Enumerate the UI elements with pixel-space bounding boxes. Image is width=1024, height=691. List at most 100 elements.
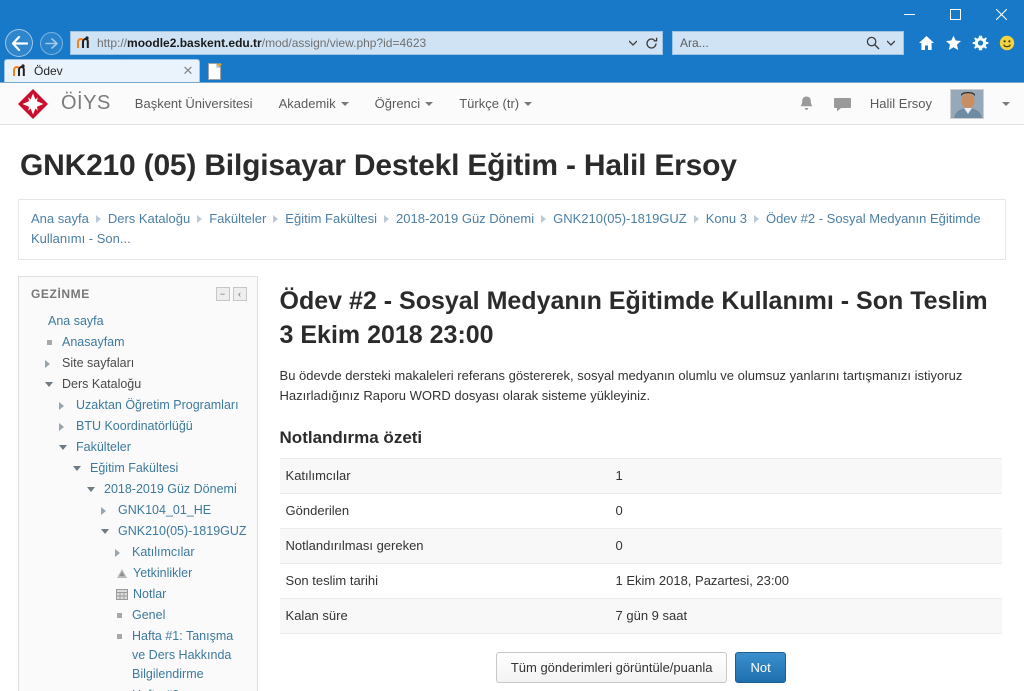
address-bar[interactable]: http://moodle2.baskent.edu.tr/mod/assign… <box>70 31 663 55</box>
tree-toggle[interactable] <box>101 501 114 520</box>
tree-toggle[interactable] <box>115 543 128 562</box>
breadcrumb-item[interactable]: Eğitim Fakültesi <box>285 211 377 226</box>
new-tab-button[interactable] <box>204 61 226 82</box>
avatar[interactable] <box>950 88 984 119</box>
bullet-icon <box>47 340 52 345</box>
smiley-icon[interactable] <box>998 34 1016 52</box>
forward-button[interactable] <box>37 30 65 56</box>
breadcrumb-item[interactable]: Konu 3 <box>706 211 747 226</box>
sidebar-item-label[interactable]: GNK104_01_HE <box>114 501 211 520</box>
tree-toggle[interactable] <box>59 417 72 436</box>
collapse-icon[interactable]: − <box>215 287 230 301</box>
sidebar-item-btu-koordinatorlugu[interactable]: BTU Koordinatörlüğü <box>31 416 247 437</box>
address-dropdown-icon[interactable] <box>624 32 642 54</box>
assignment-description: Bu ödevde dersteki makaleleri referans g… <box>280 366 1002 406</box>
dock-icon[interactable]: ‹ <box>232 287 247 301</box>
sidebar-item-label[interactable]: Hafta #1: Tanışma ve Ders Hakkında Bilgi… <box>128 627 247 684</box>
search-dropdown-icon[interactable] <box>882 32 900 54</box>
sidebar-item-notlar[interactable]: Notlar <box>31 584 247 605</box>
maximize-button[interactable] <box>932 0 978 28</box>
close-icon[interactable]: ✕ <box>181 64 195 78</box>
chevron-right-icon <box>541 214 547 223</box>
sidebar-item-label[interactable]: Notlar <box>129 585 166 604</box>
tree-toggle[interactable] <box>45 375 58 394</box>
sidebar-item-label[interactable]: Hafta #2 <box>128 686 179 691</box>
chevron-down-icon[interactable] <box>1002 101 1010 106</box>
grades-icon <box>115 585 129 604</box>
sidebar-item-label[interactable]: GNK210(05)-1819GUZ <box>114 522 247 541</box>
row-key: Gönderilen <box>285 503 350 518</box>
chevron-right-icon <box>273 214 279 223</box>
grade-button[interactable]: Not <box>735 652 786 683</box>
breadcrumb-item[interactable]: Fakülteler <box>209 211 266 226</box>
breadcrumb-item[interactable]: Ders Kataloğu <box>108 211 190 226</box>
gear-icon[interactable] <box>971 34 989 52</box>
brand[interactable]: ÖİYS <box>16 87 111 121</box>
minimize-button[interactable] <box>886 0 932 28</box>
sidebar-item-gnk210[interactable]: GNK210(05)-1819GUZ <box>31 521 247 542</box>
page-body: GNK210 (05) Bilgisayar Destekl Eğitim - … <box>0 125 1024 691</box>
breadcrumb-item[interactable]: Ana sayfa <box>31 211 89 226</box>
sidebar-item-genel[interactable]: Genel <box>31 605 247 626</box>
sidebar-item-label[interactable]: Ana sayfa <box>44 312 104 331</box>
sidebar-item-uzaktan-ogretim[interactable]: Uzaktan Öğretim Programları <box>31 395 247 416</box>
row-key: Katılımcılar <box>285 468 351 483</box>
tree-toggle[interactable] <box>101 522 114 541</box>
tree-toggle[interactable] <box>59 396 72 415</box>
sidebar-item-label[interactable]: Anasayfam <box>58 333 125 352</box>
description-line-1: Bu ödevde dersteki makaleleri referans g… <box>279 368 963 383</box>
oiys-logo-icon <box>16 87 50 121</box>
back-button[interactable] <box>4 29 34 57</box>
sidebar-item-fakulteler[interactable]: Fakülteler <box>31 437 247 458</box>
sidebar-item-label[interactable]: Eğitim Fakültesi <box>86 459 178 478</box>
tree-toggle[interactable] <box>73 459 86 478</box>
close-button[interactable] <box>978 0 1024 28</box>
search-placeholder: Ara... <box>680 36 709 50</box>
browser-tab[interactable]: Ödev ✕ <box>4 59 200 82</box>
sidebar-item-ders-katalogu[interactable]: Ders Kataloğu <box>31 374 247 395</box>
sidebar-item-label[interactable]: BTU Koordinatörlüğü <box>72 417 193 436</box>
sidebar-item-label[interactable]: Uzaktan Öğretim Programları <box>72 396 239 415</box>
tree-toggle[interactable] <box>59 438 72 457</box>
sidebar-item-hafta2[interactable]: Hafta #2 <box>31 685 247 691</box>
sidebar-item-hafta1[interactable]: Hafta #1: Tanışma ve Ders Hakkında Bilgi… <box>31 626 247 685</box>
chevron-right-icon <box>101 506 106 515</box>
tree-toggle <box>31 312 44 331</box>
row-value: 1 Ekim 2018, Pazartesi, 23:00 <box>615 573 789 588</box>
breadcrumb-item[interactable]: 2018-2019 Güz Dönemi <box>396 211 534 226</box>
favorites-star-icon[interactable] <box>944 34 962 52</box>
tree-toggle[interactable] <box>45 354 58 373</box>
sidebar-item-label[interactable]: 2018-2019 Güz Dönemi <box>100 480 237 499</box>
sidebar-item-label[interactable]: Katılımcılar <box>128 543 195 562</box>
home-icon[interactable] <box>917 34 935 52</box>
sidebar-item-egitim-fakultesi[interactable]: Eğitim Fakültesi <box>31 458 247 479</box>
nav-item-dil[interactable]: Türkçe (tr) <box>459 96 533 111</box>
sidebar-item-ana-sayfa[interactable]: Ana sayfa <box>31 311 247 332</box>
sidebar-item-label[interactable]: Genel <box>128 606 165 625</box>
sidebar-item-yetkinlikler[interactable]: Yetkinlikler <box>31 563 247 584</box>
sidebar-item-guz-donemi[interactable]: 2018-2019 Güz Dönemi <box>31 479 247 500</box>
row-key: Notlandırılması gereken <box>285 538 424 553</box>
sidebar-item-katilimcilar[interactable]: Katılımcılar <box>31 542 247 563</box>
user-name[interactable]: Halil Ersoy <box>870 96 932 111</box>
sidebar-item-site-sayfalari[interactable]: Site sayfaları <box>31 353 247 374</box>
nav-item-ogrenci[interactable]: Öğrenci <box>375 96 434 111</box>
view-all-submissions-button[interactable]: Tüm gönderimleri görüntüle/puanla <box>495 652 728 683</box>
search-icon[interactable] <box>864 32 882 54</box>
bullet-icon <box>117 634 122 639</box>
message-icon[interactable] <box>833 96 852 112</box>
bullet-icon <box>117 613 122 618</box>
nav-item-akademik[interactable]: Akademik <box>279 96 349 111</box>
sidebar-item-label[interactable]: Yetkinlikler <box>129 564 192 583</box>
refresh-icon[interactable] <box>642 32 660 54</box>
nav-item-universite[interactable]: Başkent Üniversitesi <box>135 96 253 111</box>
chevron-right-icon <box>59 422 64 431</box>
breadcrumb-item[interactable]: GNK210(05)-1819GUZ <box>553 211 687 226</box>
tree-toggle[interactable] <box>87 480 100 499</box>
sidebar-item-gnk104[interactable]: GNK104_01_HE <box>31 500 247 521</box>
row-key: Kalan süre <box>285 608 348 623</box>
notification-bell-icon[interactable] <box>798 95 815 113</box>
sidebar-item-anasayfam[interactable]: Anasayfam <box>31 332 247 353</box>
sidebar-item-label[interactable]: Fakülteler <box>72 438 131 457</box>
search-box[interactable]: Ara... <box>672 31 904 55</box>
